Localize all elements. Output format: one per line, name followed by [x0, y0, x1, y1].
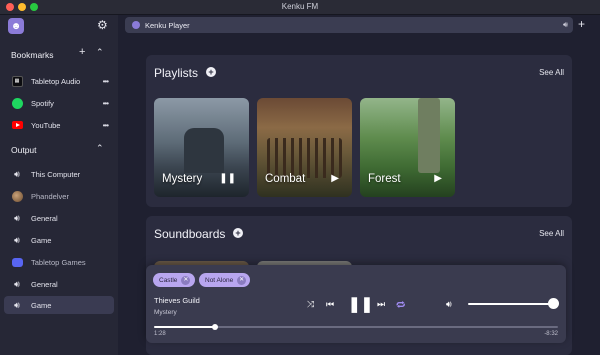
speaker-icon: 🔊︎	[14, 278, 20, 289]
shuffle-icon[interactable]: ⤨	[307, 299, 314, 310]
tabletop-audio-icon: ▦	[10, 74, 24, 88]
app-logo-icon: ☻	[8, 18, 24, 34]
more-options-icon[interactable]: •••	[103, 121, 109, 130]
previous-track-icon[interactable]: ⏮︎	[326, 299, 334, 310]
sidebar-item-general[interactable]: 🔊︎ General	[4, 209, 114, 227]
sound-chip-not-alone[interactable]: Not Alone ✕	[199, 273, 250, 287]
next-track-icon[interactable]: ⏭︎	[377, 299, 385, 310]
sidebar-item-label: Game	[31, 300, 52, 310]
sidebar-item-label: This Computer	[31, 169, 81, 179]
card-artwork-rock	[184, 128, 224, 173]
sidebar-item-label: Phandelver	[31, 191, 69, 201]
sidebar: ☻ ⚙ Bookmarks + ⌃ ▦ Tabletop Audio ••• S…	[0, 15, 118, 355]
collapse-output-chevron-icon[interactable]: ⌃	[96, 143, 104, 154]
sidebar-item-label: YouTube	[31, 120, 61, 130]
server-avatar-icon	[10, 189, 24, 203]
sidebar-item-phandelver: Phandelver	[4, 187, 114, 205]
more-options-icon[interactable]: •••	[103, 77, 109, 86]
pause-icon[interactable]: ❚❚	[219, 173, 236, 184]
more-options-icon[interactable]: •••	[103, 99, 109, 108]
seek-bar[interactable]	[154, 324, 558, 330]
remove-chip-close-icon[interactable]: ✕	[237, 275, 247, 285]
remaining-time: -8:32	[544, 331, 558, 337]
seek-bar-progress	[154, 326, 215, 328]
sound-chip-castle[interactable]: Castle ✕	[153, 273, 195, 287]
sidebar-item-tabletop-games: Tabletop Games	[4, 253, 114, 271]
browser-tab-bar[interactable]: Kenku Player 🔊︎	[125, 17, 573, 33]
window-titlebar: Kenku FM	[0, 0, 600, 15]
sidebar-item-spotify[interactable]: Spotify •••	[4, 94, 114, 112]
elapsed-time: 1:28	[154, 331, 166, 337]
seek-bar-handle[interactable]	[211, 324, 218, 330]
add-tab-button[interactable]: +	[578, 17, 585, 31]
remove-chip-close-icon[interactable]: ✕	[181, 275, 191, 285]
volume-slider[interactable]	[468, 303, 554, 305]
card-artwork-tree	[418, 98, 440, 173]
soundboards-see-all-link[interactable]: See All	[539, 229, 564, 238]
playlist-card-forest[interactable]: Forest ▶	[360, 98, 455, 197]
playlist-name: Combat	[265, 173, 306, 185]
sidebar-item-youtube[interactable]: YouTube •••	[4, 116, 114, 134]
sidebar-item-label: Tabletop Audio	[31, 76, 81, 86]
card-artwork-spears	[267, 138, 342, 178]
tab-volume-icon[interactable]: 🔊︎	[563, 20, 568, 30]
playlist-card-mystery[interactable]: Mystery ❚❚	[154, 98, 249, 197]
track-playlist: Mystery	[154, 309, 177, 316]
output-heading: Output	[11, 145, 37, 155]
sidebar-item-tabletop-audio[interactable]: ▦ Tabletop Audio •••	[4, 72, 114, 90]
play-icon[interactable]: ▶	[434, 173, 442, 184]
play-icon[interactable]: ▶	[331, 173, 339, 184]
kenku-player-tab-icon	[132, 21, 140, 29]
sidebar-item-label: Tabletop Games	[31, 257, 86, 267]
soundboards-heading: Soundboards	[154, 227, 226, 241]
discord-icon	[10, 255, 24, 269]
sidebar-item-label: Game	[31, 235, 52, 245]
now-playing-bar: Castle ✕ Not Alone ✕ Thieves Guild Myste…	[146, 265, 566, 343]
playlists-heading: Playlists	[154, 66, 199, 80]
playlists-see-all-link[interactable]: See All	[539, 68, 564, 77]
sidebar-item-general-2[interactable]: 🔊︎ General	[4, 275, 114, 293]
add-soundboard-button[interactable]: +	[233, 228, 243, 238]
speaker-icon: 🔊︎	[14, 212, 20, 223]
chip-label: Castle	[159, 276, 178, 284]
sidebar-item-game-active[interactable]: 🔊︎ Game	[4, 296, 114, 314]
playlist-name: Forest	[368, 173, 401, 185]
youtube-icon	[10, 118, 24, 132]
playlist-card-combat[interactable]: Combat ▶	[257, 98, 352, 197]
pause-button[interactable]: ❚❚	[348, 295, 373, 313]
sidebar-item-label: General	[31, 213, 58, 223]
speaker-icon: 🔊︎	[14, 299, 20, 310]
sidebar-item-game[interactable]: 🔊︎ Game	[4, 231, 114, 249]
track-title: Thieves Guild	[154, 296, 200, 305]
playlist-name: Mystery	[162, 173, 203, 185]
speaker-icon: 🔊︎	[14, 234, 20, 245]
add-bookmark-button[interactable]: +	[79, 46, 85, 58]
playlists-panel: Playlists + See All Mystery ❚❚ Combat ▶ …	[146, 55, 572, 207]
chip-label: Not Alone	[205, 276, 234, 284]
bookmarks-heading: Bookmarks	[11, 50, 54, 60]
add-playlist-button[interactable]: +	[206, 67, 216, 77]
settings-gear-icon[interactable]: ⚙	[97, 18, 108, 32]
speaker-icon: 🔊︎	[14, 168, 20, 179]
volume-icon[interactable]: 🔊︎	[446, 299, 452, 310]
repeat-icon[interactable]: 🔁︎	[396, 299, 405, 312]
collapse-bookmarks-chevron-icon[interactable]: ⌃	[96, 47, 104, 58]
sidebar-item-this-computer[interactable]: 🔊︎ This Computer	[4, 165, 114, 183]
window-title: Kenku FM	[281, 2, 319, 11]
spotify-icon	[10, 96, 24, 110]
sidebar-item-label: Spotify	[31, 98, 54, 108]
volume-slider-handle[interactable]	[548, 298, 559, 309]
tab-label: Kenku Player	[145, 20, 190, 30]
sidebar-item-label: General	[31, 279, 58, 289]
